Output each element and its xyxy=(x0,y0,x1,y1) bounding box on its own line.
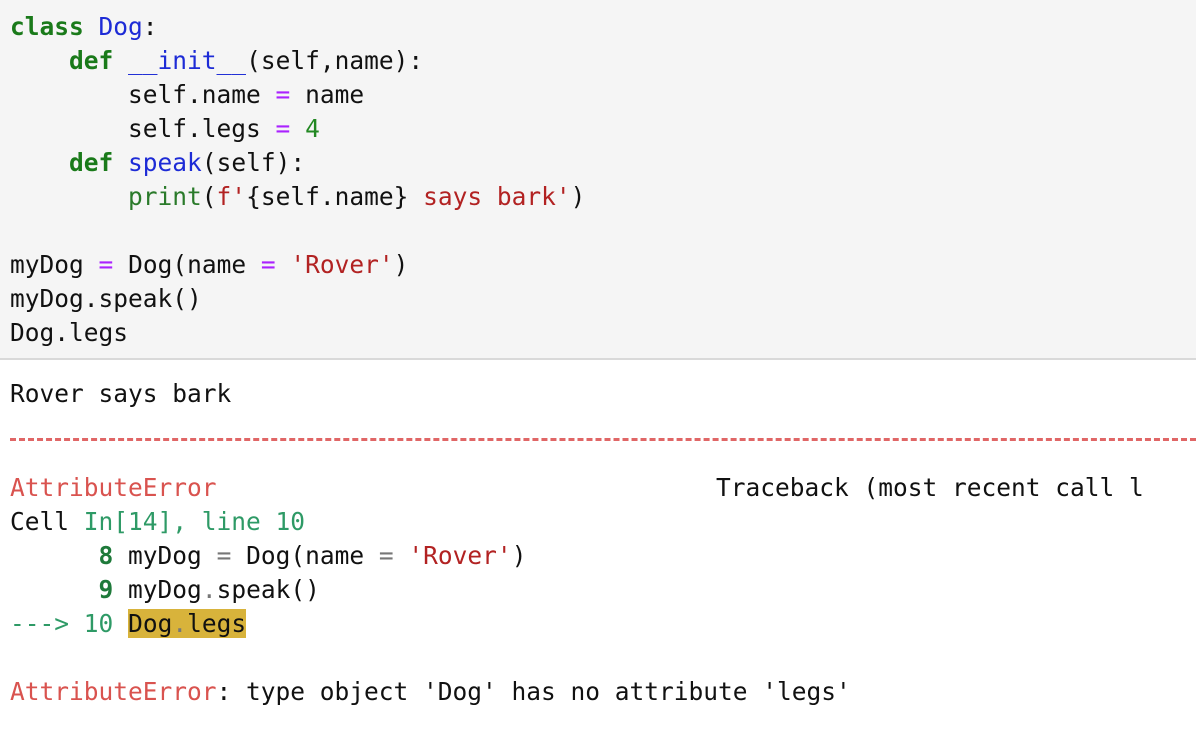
params: (self): xyxy=(201,148,306,177)
code-line-10: Dog.legs xyxy=(10,316,128,350)
error-message: : type object 'Dog' has no attribute 'le… xyxy=(216,677,851,706)
code-cell-input[interactable]: class Dog: def __init__(self,name): self… xyxy=(0,0,1196,360)
code-text: name xyxy=(305,80,365,109)
traceback-line-10: ---> 10 Dog.legs xyxy=(10,607,247,641)
error-arrow: ---> xyxy=(10,609,70,638)
line-number: 8 xyxy=(98,541,114,570)
string-literal: 'Rover' xyxy=(290,250,394,279)
code-line-2: def __init__(self,name): xyxy=(10,44,423,78)
params: (self,name): xyxy=(246,46,424,75)
error-message-line: AttributeError: type object 'Dog' has no… xyxy=(10,675,851,709)
string-literal: 'Rover' xyxy=(408,541,512,570)
keyword: class xyxy=(10,12,84,41)
line-number: 9 xyxy=(98,575,114,604)
code-text: Dog xyxy=(128,609,173,638)
operator: = xyxy=(260,250,276,279)
traceback-line-8: 8 myDog = Dog(name = 'Rover') xyxy=(10,539,527,573)
traceback-separator xyxy=(10,438,1196,441)
punctuation: ) xyxy=(511,541,527,570)
traceback-cell-ref: Cell In[14], line 10 xyxy=(10,505,305,539)
traceback-header: AttributeError xyxy=(10,471,217,505)
traceback-label: Traceback (most recent call l xyxy=(716,473,1144,502)
function-name: __init__ xyxy=(128,46,247,75)
code-text: Dog(name xyxy=(246,541,365,570)
code-line-8: myDog = Dog(name = 'Rover') xyxy=(10,248,408,282)
keyword: def xyxy=(69,46,114,75)
traceback-line-9: 9 myDog.speak() xyxy=(10,573,320,607)
punctuation: ( xyxy=(201,182,217,211)
punctuation: : xyxy=(142,12,158,41)
code-text: Dog.legs xyxy=(10,318,129,347)
operator: = xyxy=(216,541,232,570)
dot: . xyxy=(201,575,217,604)
punctuation: ) xyxy=(570,182,586,211)
code-text: Dog(name xyxy=(128,250,247,279)
code-text: myDog.speak() xyxy=(10,284,202,313)
operator: = xyxy=(275,114,291,143)
stdout-line: Rover says bark xyxy=(10,377,231,411)
error-name: AttributeError xyxy=(10,473,217,502)
string-literal: says bark' xyxy=(408,182,571,211)
keyword: def xyxy=(69,148,114,177)
operator: = xyxy=(98,250,114,279)
code-line-6: print(f'{self.name} says bark') xyxy=(10,180,585,214)
code-text: myDog xyxy=(128,541,202,570)
code-line-9: myDog.speak() xyxy=(10,282,202,316)
traceback-label-line: Traceback (most recent call l xyxy=(716,471,1144,505)
punctuation: ) xyxy=(393,250,409,279)
cell-prefix: Cell xyxy=(10,507,70,536)
code-line-5: def speak(self): xyxy=(10,146,305,180)
code-text: myDog xyxy=(10,250,84,279)
fstring-interp: {self.name} xyxy=(246,182,409,211)
cell-reference: In[14], line 10 xyxy=(83,507,306,536)
code-text: self.name xyxy=(128,80,261,109)
highlighted-code: Dog.legs xyxy=(128,609,247,638)
code-line-1: class Dog: xyxy=(10,10,158,44)
stdout-text: Rover says bark xyxy=(10,379,232,408)
code-text: speak() xyxy=(216,575,320,604)
code-text: legs xyxy=(187,609,247,638)
number-literal: 4 xyxy=(305,114,320,143)
code-text: myDog xyxy=(128,575,202,604)
builtin-print: print xyxy=(128,182,202,211)
operator: = xyxy=(275,80,291,109)
dot: . xyxy=(172,609,188,638)
code-text: self.legs xyxy=(128,114,261,143)
error-name: AttributeError xyxy=(10,677,217,706)
operator: = xyxy=(378,541,394,570)
line-number: 10 xyxy=(83,609,114,638)
function-name: speak xyxy=(128,148,202,177)
class-name: Dog xyxy=(98,12,143,41)
code-line-3: self.name = name xyxy=(10,78,364,112)
code-line-4: self.legs = 4 xyxy=(10,112,320,146)
fstring-prefix: f' xyxy=(216,182,247,211)
